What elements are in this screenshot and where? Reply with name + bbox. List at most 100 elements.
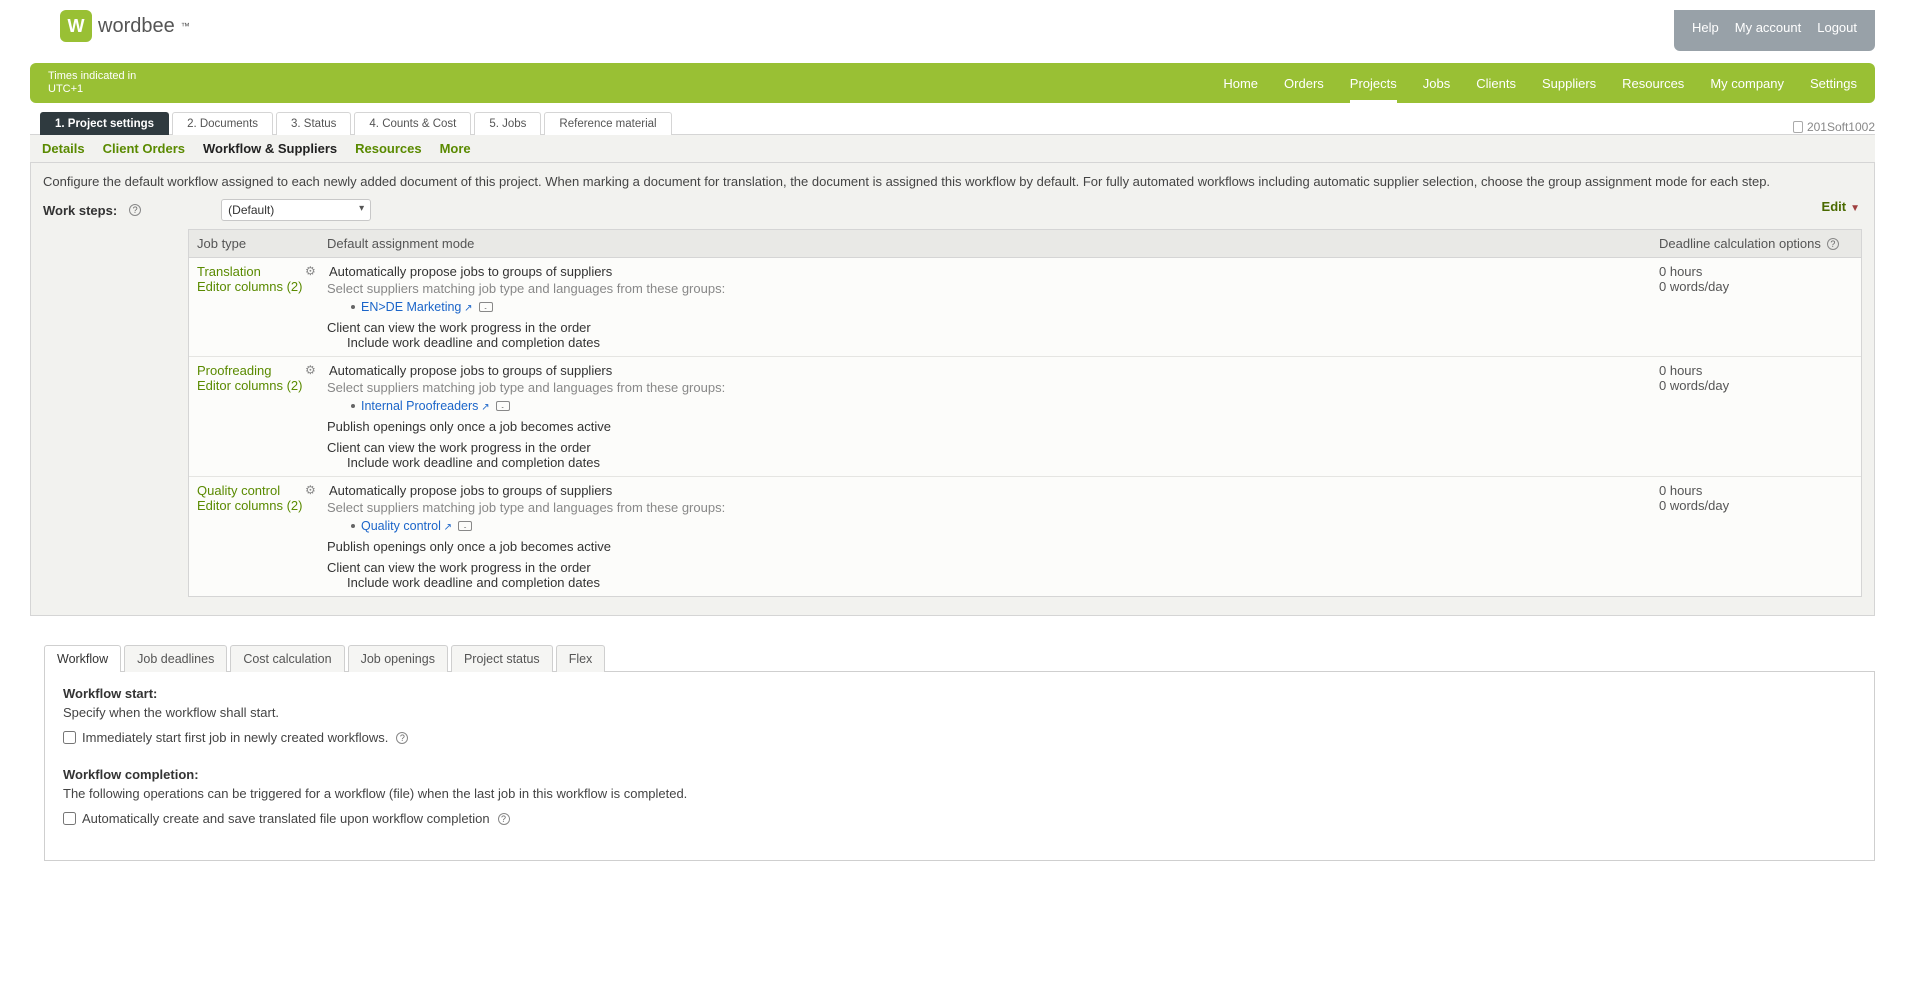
col-header-deadline: Deadline calculation options ? — [1651, 230, 1861, 257]
sub-tab-client-orders[interactable]: Client Orders — [103, 141, 185, 156]
page-tab-5-jobs[interactable]: 5. Jobs — [474, 112, 541, 135]
account-bar: Help My account Logout — [1674, 10, 1875, 51]
help-icon[interactable]: ? — [498, 813, 510, 825]
publish-line: Publish openings only once a job becomes… — [327, 539, 1643, 554]
col-header-jobtype: Job type — [189, 230, 319, 257]
nav-item-suppliers[interactable]: Suppliers — [1542, 66, 1596, 101]
timezone-line1: Times indicated in — [48, 70, 136, 83]
project-id-text: 201Soft1002 — [1807, 120, 1875, 134]
nav-item-settings[interactable]: Settings — [1810, 66, 1857, 101]
worksteps-select[interactable]: (Default) — [221, 199, 371, 221]
mode-title: Automatically propose jobs to groups of … — [329, 363, 612, 378]
workflow-panel: Workflow start: Specify when the workflo… — [44, 671, 1875, 861]
page-tab-2-documents[interactable]: 2. Documents — [172, 112, 273, 135]
workflow-start-checkbox-label: Immediately start first job in newly cre… — [82, 730, 388, 745]
content-panel: Configure the default workflow assigned … — [30, 163, 1875, 616]
mode-subtext: Select suppliers matching job type and l… — [327, 281, 1643, 296]
jobtype-link[interactable]: Quality control — [197, 483, 311, 498]
worksteps-grid: Job type Default assignment mode Deadlin… — [188, 229, 1862, 597]
mail-icon[interactable] — [496, 401, 510, 411]
deadline-hours: 0 hours — [1659, 483, 1853, 498]
page-tab-4-counts-cost[interactable]: 4. Counts & Cost — [354, 112, 471, 135]
editor-columns-link[interactable]: Editor columns (2) — [197, 279, 311, 294]
gear-icon — [305, 364, 319, 378]
deadline-hours: 0 hours — [1659, 363, 1853, 378]
lower-tab-flex[interactable]: Flex — [556, 645, 606, 672]
workflow-completion-text: The following operations can be triggere… — [63, 786, 1856, 801]
mode-subtext: Select suppliers matching job type and l… — [327, 380, 1643, 395]
logout-link[interactable]: Logout — [1817, 20, 1857, 35]
lower-tab-job-deadlines[interactable]: Job deadlines — [124, 645, 227, 672]
description-text: Configure the default workflow assigned … — [43, 173, 1862, 191]
client-view-line: Client can view the work progress in the… — [327, 560, 1643, 575]
nav-item-jobs[interactable]: Jobs — [1423, 66, 1450, 101]
workstep-row: Quality controlEditor columns (2)Automat… — [189, 477, 1861, 596]
logo-text: wordbee — [98, 15, 175, 38]
gear-icon — [305, 265, 319, 279]
page-tab-3-status[interactable]: 3. Status — [276, 112, 351, 135]
deadline-words: 0 words/day — [1659, 279, 1853, 294]
deadline-hours: 0 hours — [1659, 264, 1853, 279]
logo[interactable]: W wordbee ™ — [60, 10, 190, 42]
help-icon[interactable]: ? — [129, 204, 141, 216]
include-dates-line: Include work deadline and completion dat… — [347, 575, 1643, 590]
caret-down-icon: ▼ — [1850, 203, 1860, 214]
client-view-line: Client can view the work progress in the… — [327, 320, 1643, 335]
workflow-start-text: Specify when the workflow shall start. — [63, 705, 1856, 720]
edit-button[interactable]: Edit▼ — [1822, 199, 1860, 214]
include-dates-line: Include work deadline and completion dat… — [347, 455, 1643, 470]
help-icon[interactable]: ? — [396, 732, 408, 744]
gear-icon — [305, 484, 319, 498]
publish-line: Publish openings only once a job becomes… — [327, 419, 1643, 434]
lower-tab-job-openings[interactable]: Job openings — [348, 645, 448, 672]
help-icon[interactable]: ? — [1827, 238, 1839, 250]
nav-item-clients[interactable]: Clients — [1476, 66, 1516, 101]
page-tab-1-project-settings[interactable]: 1. Project settings — [40, 112, 169, 135]
nav-item-projects[interactable]: Projects — [1350, 66, 1397, 101]
sub-tab-workflow-suppliers[interactable]: Workflow & Suppliers — [203, 141, 337, 156]
nav-item-home[interactable]: Home — [1223, 66, 1258, 101]
mode-title: Automatically propose jobs to groups of … — [329, 264, 612, 279]
mail-icon[interactable] — [458, 521, 472, 531]
jobtype-link[interactable]: Translation — [197, 264, 311, 279]
edit-label: Edit — [1822, 199, 1847, 214]
workflow-start-checkbox[interactable] — [63, 731, 76, 744]
lower-tab-workflow[interactable]: Workflow — [44, 645, 121, 672]
supplier-group-link[interactable]: EN>DE Marketing — [361, 300, 473, 314]
logo-mark-icon: W — [60, 10, 92, 42]
workflow-completion-title: Workflow completion: — [63, 767, 1856, 782]
editor-columns-link[interactable]: Editor columns (2) — [197, 498, 311, 513]
deadline-words: 0 words/day — [1659, 378, 1853, 393]
lower-tab-cost-calculation[interactable]: Cost calculation — [230, 645, 344, 672]
bullet-icon — [351, 404, 355, 408]
supplier-group-link[interactable]: Internal Proofreaders — [361, 399, 490, 413]
sub-tab-more[interactable]: More — [440, 141, 471, 156]
workflow-completion-checkbox-label: Automatically create and save translated… — [82, 811, 490, 826]
include-dates-line: Include work deadline and completion dat… — [347, 335, 1643, 350]
nav-item-resources[interactable]: Resources — [1622, 66, 1684, 101]
workflow-completion-checkbox[interactable] — [63, 812, 76, 825]
workstep-row: ProofreadingEditor columns (2) Automatica… — [189, 357, 1861, 477]
client-view-line: Client can view the work progress in the… — [327, 440, 1643, 455]
supplier-group-link[interactable]: Quality control — [361, 519, 452, 533]
editor-columns-link[interactable]: Editor columns (2) — [197, 378, 311, 393]
logo-trademark: ™ — [181, 21, 190, 31]
sub-tab-details[interactable]: Details — [42, 141, 85, 156]
my-account-link[interactable]: My account — [1735, 20, 1801, 35]
nav-item-orders[interactable]: Orders — [1284, 66, 1324, 101]
deadline-words: 0 words/day — [1659, 498, 1853, 513]
page-tab-reference-material[interactable]: Reference material — [544, 112, 671, 135]
mode-subtext: Select suppliers matching job type and l… — [327, 500, 1643, 515]
nav-item-my-company[interactable]: My company — [1710, 66, 1784, 101]
bullet-icon — [351, 305, 355, 309]
help-link[interactable]: Help — [1692, 20, 1719, 35]
timezone-info: Times indicated in UTC+1 — [48, 70, 136, 96]
mail-icon[interactable] — [479, 302, 493, 312]
jobtype-link[interactable]: Proofreading — [197, 363, 311, 378]
lower-tab-project-status[interactable]: Project status — [451, 645, 553, 672]
main-nav: Times indicated in UTC+1 Home Orders Proje… — [30, 63, 1875, 103]
mode-title: Automatically propose jobs to groups of … — [329, 483, 612, 498]
worksteps-label: Work steps: — [43, 203, 117, 218]
sub-tab-resources[interactable]: Resources — [355, 141, 421, 156]
workstep-row: TranslationEditor columns (2) Automatical… — [189, 258, 1861, 357]
